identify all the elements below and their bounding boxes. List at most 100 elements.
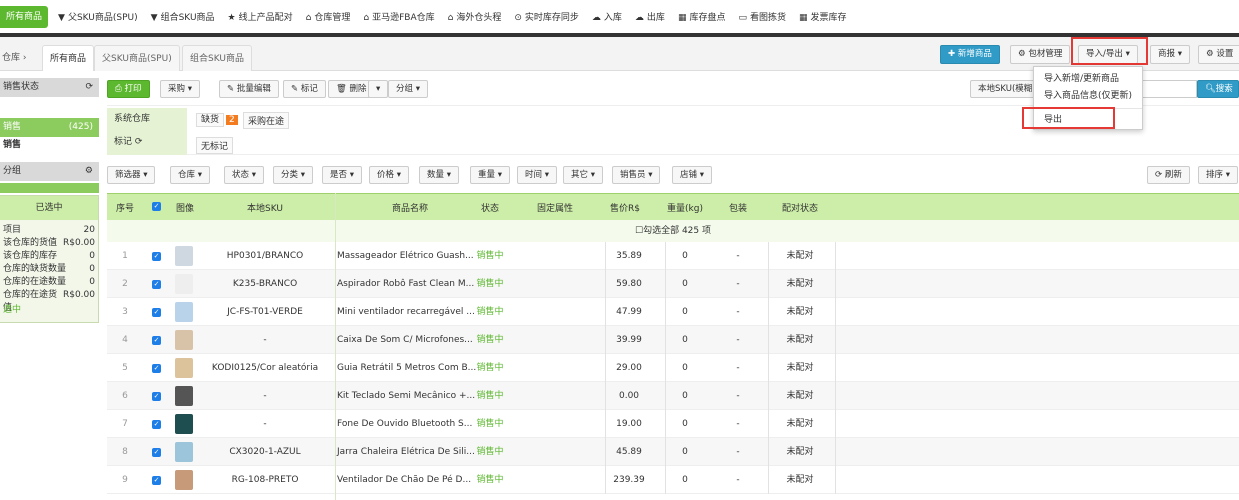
product-thumbnail[interactable] [175,442,193,462]
menu-item-import-update-only[interactable]: 导入商品信息(仅更新) [1034,88,1142,105]
status-cell: 销售中 [476,363,504,373]
refresh-icon[interactable]: ⟳ [85,78,93,97]
filter-button[interactable]: 其它 ▾ [563,166,603,184]
row-number: 7 [122,419,128,429]
more-dropdown-button[interactable]: ▾ [368,80,389,98]
nav-item[interactable]: ⊙ 实时库存同步 [514,10,579,23]
nav-icon: ▦ [799,13,808,23]
table-row[interactable]: 1 ✓ HP0301/BRANCO Massageador Elétrico Guas… [107,242,1239,270]
table-row[interactable]: 5 ✓ KODI0125/Cor aleatória Guia Retrátil 5 … [107,354,1239,382]
add-product-button[interactable]: ✚ 新增商品 [940,45,1000,64]
filter-no-mark[interactable]: 无标记 [196,137,234,154]
nav-item[interactable]: ⌂ 亚马逊FBA仓库 [363,10,434,23]
product-thumbnail[interactable] [175,386,193,406]
filter-button[interactable]: 筛选器 ▾ [107,166,156,184]
sidebar-item-selling[interactable]: 销售 (425) [0,118,99,137]
filter-button[interactable]: 销售员 ▾ [612,166,661,184]
filter-stockout[interactable]: 缺货 2 [196,112,238,127]
row-checkbox[interactable]: ✓ [152,280,161,289]
product-thumbnail[interactable] [175,274,193,294]
pairing-status-cell: 未配对 [786,447,814,457]
row-checkbox[interactable]: ✓ [152,476,161,485]
nav-item[interactable]: ☁ 入库 [592,10,622,23]
row-checkbox[interactable]: ✓ [152,252,161,261]
tab-spu[interactable]: 父SKU商品(SPU) [94,45,180,71]
filter-button[interactable]: 仓库 ▾ [170,166,210,184]
product-thumbnail[interactable] [175,470,193,490]
batch-edit-button[interactable]: ✎ 批量编辑 [219,80,279,98]
cell-divider [605,438,606,466]
packing-management-button[interactable]: ⚙ 包材管理 [1010,45,1071,64]
filter-button[interactable]: 重量 ▾ [470,166,510,184]
gear-icon[interactable]: ⚙ [85,162,93,181]
filter-in-transit[interactable]: 采购在途 [243,112,290,129]
column-header[interactable]: 配对状态 [782,201,818,214]
sidebar-item-selling-2[interactable]: 销售 [0,137,99,154]
nav-item[interactable]: ▦ 库存盘点 [678,10,726,23]
table-row[interactable]: 8 ✓ CX3020-1-AZUL Jarra Chaleira Elétrica D… [107,438,1239,466]
row-checkbox[interactable]: ✓ [152,364,161,373]
nav-item[interactable]: ⌂ 仓库管理 [306,10,351,23]
product-thumbnail[interactable] [175,358,193,378]
filter-button[interactable]: 是否 ▾ [322,166,362,184]
tab-all-products[interactable]: 所有商品 [42,45,95,71]
column-header[interactable]: 固定属性 [537,201,573,214]
top-nav: 所有商品 ▼ 父SKU商品(SPU) ▼ 组合SKU商品 ★ 线上产品配对 ⌂ 仓库管理 ⌂ 亚马… [0,0,1239,33]
filter-button[interactable]: 价格 ▾ [369,166,409,184]
column-header[interactable]: 图像 [176,201,194,214]
column-header[interactable]: 状态 [481,201,499,214]
row-checkbox[interactable]: ✓ [152,448,161,457]
filter-button[interactable]: 时间 ▾ [517,166,557,184]
nav-item[interactable]: ⌂ 海外仓头程 [448,10,502,23]
table-row[interactable]: 6 ✓ - Kit Teclado Semi Mecânico +... 销售中 0.00… [107,382,1239,410]
cell-divider [768,438,769,466]
nav-item[interactable]: ▦ 发票库存 [799,10,847,23]
menu-item-import-new-update[interactable]: 导入新增/更新商品 [1034,71,1142,88]
purchase-button[interactable]: 采购 ▾ [160,80,200,98]
table-row[interactable]: 7 ✓ - Fone De Ouvido Bluetooth S... 销售中 19.00… [107,410,1239,438]
table-row[interactable]: 9 ✓ RG-108-PRETO Ventilador De Chão De Pé D… [107,466,1239,494]
table-row[interactable]: 4 ✓ - Caixa De Som C/ Microfones... 销售中 39.99… [107,326,1239,354]
row-checkbox[interactable]: ✓ [152,420,161,429]
row-checkbox[interactable]: ✓ [152,308,161,317]
product-thumbnail[interactable] [175,330,193,350]
filter-button[interactable]: 状态 ▾ [224,166,264,184]
column-header[interactable]: 序号 [116,201,134,214]
row-checkbox[interactable]: ✓ [152,392,161,401]
row-checkbox[interactable]: ✓ [152,336,161,345]
column-header[interactable]: 商品名称 [392,201,428,214]
search-button[interactable]: 🔍︎搜索 [1197,80,1239,98]
report-button[interactable]: 商报 ▾ [1150,45,1190,64]
count: (425) [68,122,93,132]
nav-item[interactable]: ▼ 父SKU商品(SPU) [58,10,138,23]
print-button[interactable]: ⎙ 打印 [107,80,150,98]
refresh-button[interactable]: ⟳ 刷新 [1147,166,1190,184]
sort-button[interactable]: 排序 ▾ [1198,166,1238,184]
column-header[interactable]: 本地SKU [247,201,283,214]
group-button[interactable]: 分组 ▾ [388,80,428,98]
filter-button[interactable]: 店铺 ▾ [672,166,712,184]
selected-title: 已选中 [0,196,98,220]
tab-combo-sku[interactable]: 组合SKU商品 [182,45,252,71]
nav-item[interactable]: ▭ 看图拣货 [738,10,786,23]
mark-button[interactable]: ✎ 标记 [283,80,326,98]
column-header[interactable]: 售价R$ [610,201,640,214]
header-checkbox[interactable]: ✓ [152,202,161,211]
nav-item[interactable]: ☁ 出库 [635,10,665,23]
table-row[interactable]: 3 ✓ JC-FS-T01-VERDE Mini ventilador recarre… [107,298,1239,326]
filter-button[interactable]: 数量 ▾ [419,166,459,184]
table-row[interactable]: 2 ✓ K235-BRANCO Aspirador Robô Fast Clean M… [107,270,1239,298]
product-thumbnail[interactable] [175,414,193,434]
select-all-checkbox[interactable]: ☐勾选全部 425 项 [635,226,711,236]
filter-button[interactable]: 分类 ▾ [273,166,313,184]
column-header[interactable]: 包装 [729,201,747,214]
settings-button[interactable]: ⚙ 设置 [1198,45,1239,64]
product-thumbnail[interactable] [175,246,193,266]
nav-item[interactable]: ▼ 组合SKU商品 [151,10,215,23]
search-field-select[interactable]: 本地SKU(模糊 [970,80,1040,98]
breadcrumb[interactable]: 仓库 › [2,50,26,63]
column-header[interactable]: 重量(kg) [667,201,703,214]
nav-all-products[interactable]: 所有商品 [0,5,49,28]
product-thumbnail[interactable] [175,302,193,322]
nav-item[interactable]: ★ 线上产品配对 [228,10,293,23]
